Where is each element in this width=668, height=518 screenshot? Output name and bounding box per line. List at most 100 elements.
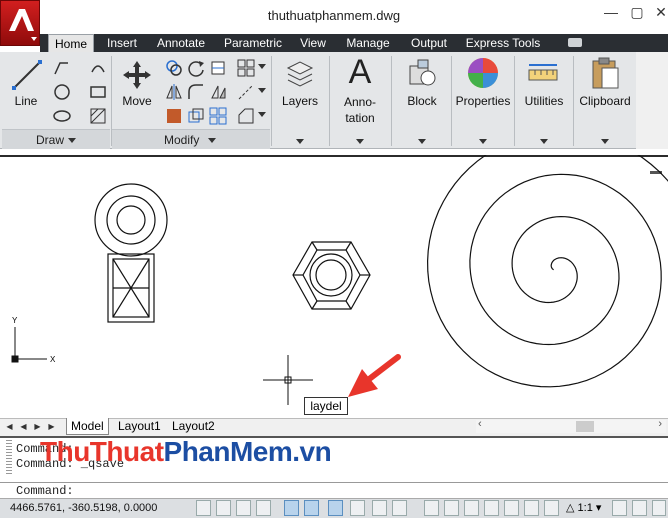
quick-view-drawings-icon[interactable]: [464, 500, 479, 516]
trim-icon[interactable]: [208, 58, 228, 78]
layout-tab-layout1[interactable]: Layout1: [114, 418, 165, 435]
clipboard-icon: [592, 57, 619, 89]
utilities-icon: [528, 64, 558, 81]
chamfer-dropdown-icon[interactable]: [258, 112, 266, 117]
showmotion-icon[interactable]: [544, 500, 559, 516]
stretch-icon[interactable]: [208, 82, 228, 102]
move-icon: [123, 61, 151, 89]
tab-home[interactable]: Home: [48, 34, 94, 52]
zoom-icon[interactable]: [504, 500, 519, 516]
tab-manage[interactable]: Manage: [340, 34, 396, 52]
snap-mode-icon[interactable]: [216, 500, 231, 516]
annotation-button-label[interactable]: Anno- tation: [336, 94, 384, 126]
scale-icon[interactable]: [164, 106, 184, 126]
line-button-label[interactable]: Line: [6, 94, 46, 108]
clipboard-button-label[interactable]: Clipboard: [576, 94, 634, 108]
next-layout-icon[interactable]: ▶: [32, 420, 43, 433]
scroll-right-icon[interactable]: ›: [658, 418, 662, 430]
tab-output[interactable]: Output: [404, 34, 454, 52]
annotation-visibility-icon[interactable]: [612, 500, 627, 516]
copy-icon[interactable]: [164, 58, 184, 78]
properties-dropdown-icon[interactable]: [479, 139, 487, 144]
layout-tab-model[interactable]: Model: [66, 418, 109, 435]
hexagon-nut-shape: [292, 241, 371, 310]
ucs-y-label: Y: [12, 316, 18, 325]
block-dropdown-icon[interactable]: [418, 139, 426, 144]
dynamic-ucs-icon[interactable]: [372, 500, 387, 516]
command-window-grip[interactable]: [6, 440, 12, 476]
annotation-scale-icon: △: [566, 502, 578, 514]
infer-constraints-icon[interactable]: [196, 500, 211, 516]
tab-insert[interactable]: Insert: [100, 34, 144, 52]
3d-object-snap-icon[interactable]: [328, 500, 343, 516]
close-button[interactable]: ✕: [650, 4, 668, 22]
polyline-icon[interactable]: [52, 58, 72, 78]
first-layout-icon[interactable]: ◀: [4, 420, 15, 433]
modify-panel-label[interactable]: Modify: [164, 133, 199, 147]
rectangle-icon[interactable]: [88, 82, 108, 102]
fillet-icon[interactable]: [186, 82, 206, 102]
ortho-mode-icon[interactable]: [256, 500, 271, 516]
minimize-button[interactable]: —: [600, 4, 622, 22]
layers-dropdown-icon[interactable]: [296, 139, 304, 144]
status-menu-icon[interactable]: [652, 500, 666, 516]
modify-panel-dropdown-icon[interactable]: [208, 138, 216, 143]
command-input-line[interactable]: [0, 482, 668, 498]
panel-divider: [514, 56, 515, 146]
horizontal-scrollbar[interactable]: ‹ ›: [476, 418, 666, 433]
circle-cross-shape: [94, 183, 168, 323]
utilities-dropdown-icon[interactable]: [540, 139, 548, 144]
chamfer-icon[interactable]: [236, 106, 256, 126]
tab-annotate[interactable]: Annotate: [150, 34, 212, 52]
workspace-switching-icon[interactable]: [632, 500, 647, 516]
prev-layout-icon[interactable]: ◀: [18, 420, 29, 433]
utilities-button-label[interactable]: Utilities: [518, 94, 570, 108]
circle-icon[interactable]: [52, 82, 72, 102]
layers-icon: [286, 61, 314, 87]
autocad-logo-icon: [9, 9, 37, 41]
explode-icon[interactable]: [236, 82, 256, 102]
layout-tab-layout2[interactable]: Layout2: [168, 418, 219, 435]
minimize-ribbon-button[interactable]: [568, 38, 582, 47]
quick-view-layouts-icon[interactable]: [444, 500, 459, 516]
tab-parametric[interactable]: Parametric: [220, 34, 286, 52]
tab-express-tools[interactable]: Express Tools: [462, 34, 544, 52]
tab-view[interactable]: View: [294, 34, 332, 52]
polar-tracking-icon[interactable]: [284, 500, 299, 516]
mirror-icon[interactable]: [164, 82, 184, 102]
steering-wheel-icon[interactable]: [524, 500, 539, 516]
offset-icon[interactable]: [186, 106, 206, 126]
annotation-dropdown-icon[interactable]: [356, 139, 364, 144]
application-menu-button[interactable]: [0, 0, 40, 46]
maximize-button[interactable]: ▢: [626, 4, 648, 22]
block-button-label[interactable]: Block: [398, 94, 446, 108]
panel-divider: [573, 56, 574, 146]
dynamic-input-icon[interactable]: [392, 500, 407, 516]
model-space-icon[interactable]: [424, 500, 439, 516]
grid-display-icon[interactable]: [236, 500, 251, 516]
last-layout-icon[interactable]: ▶: [46, 420, 57, 433]
red-arrow-annotation: [348, 354, 401, 397]
draw-panel-label[interactable]: Draw: [36, 133, 64, 147]
scroll-thumb[interactable]: [576, 421, 594, 432]
grid-array-icon[interactable]: [208, 106, 228, 126]
command-prompt[interactable]: Command:: [16, 484, 74, 498]
layers-button-label[interactable]: Layers: [276, 94, 324, 108]
clipboard-dropdown-icon[interactable]: [601, 139, 609, 144]
object-snap-icon[interactable]: [304, 500, 319, 516]
ellipse-icon[interactable]: [52, 106, 72, 126]
draw-panel-dropdown-icon[interactable]: [68, 138, 76, 143]
hatch-icon[interactable]: [88, 106, 108, 126]
scroll-left-icon[interactable]: ‹: [478, 418, 482, 430]
arc-icon[interactable]: [88, 58, 108, 78]
move-button-label[interactable]: Move: [116, 94, 158, 108]
rotate-icon[interactable]: [186, 58, 206, 78]
annotation-scale[interactable]: △ 1:1 ▾: [566, 501, 601, 514]
object-snap-tracking-icon[interactable]: [350, 500, 365, 516]
explode-dropdown-icon[interactable]: [258, 88, 266, 93]
array-dropdown-icon[interactable]: [258, 64, 266, 69]
array-icon[interactable]: [236, 58, 256, 78]
properties-button-label[interactable]: Properties: [454, 94, 512, 108]
pan-icon[interactable]: [484, 500, 499, 516]
command-tooltip: laydel: [304, 397, 348, 415]
